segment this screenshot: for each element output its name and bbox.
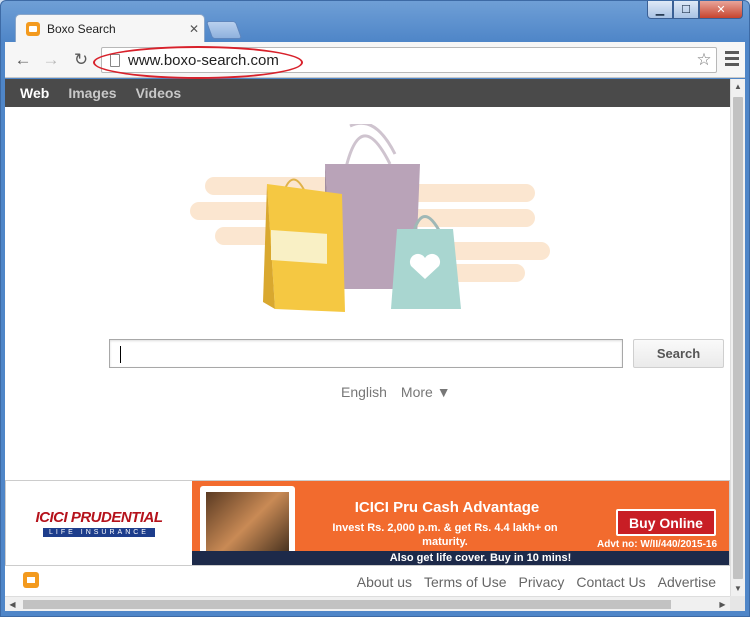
forward-button[interactable]: → (39, 48, 63, 72)
vertical-scroll-thumb[interactable] (733, 97, 743, 579)
scrollbar-corner (730, 596, 745, 611)
footer-link-advertise[interactable]: Advertise (658, 574, 716, 590)
buy-online-button[interactable]: Buy Online (616, 509, 716, 536)
nav-videos[interactable]: Videos (136, 85, 182, 101)
vertical-scrollbar[interactable]: ▲ ▼ (730, 79, 745, 596)
text-caret (120, 346, 121, 363)
footer-links: About us Terms of Use Privacy Contact Us… (357, 574, 716, 590)
ad-logo-main: ICICI PRUDENTIAL (35, 509, 164, 526)
language-row: English More ▼ (341, 384, 451, 400)
browser-toolbar: ← → ↻ www.boxo-search.com ☆ (5, 42, 745, 78)
footer-link-about[interactable]: About us (357, 574, 412, 590)
ad-title: ICICI Pru Cash Advantage (354, 499, 540, 516)
bookmark-star-icon[interactable]: ☆ (692, 50, 716, 70)
language-english-link[interactable]: English (341, 384, 387, 400)
ad-strip: Also get life cover. Buy in 10 mins! (192, 551, 729, 565)
back-button[interactable]: ← (11, 48, 35, 72)
footer-link-privacy[interactable]: Privacy (518, 574, 564, 590)
chrome-menu-icon[interactable] (725, 51, 739, 69)
page-footer: About us Terms of Use Privacy Contact Us… (5, 567, 730, 596)
search-input[interactable] (109, 339, 623, 368)
boxo-logo-icon[interactable] (23, 572, 39, 588)
search-button[interactable]: Search (633, 339, 724, 368)
window-caption-buttons: ▁ ☐ ✕ (647, 1, 743, 19)
address-bar[interactable]: www.boxo-search.com ☆ (101, 47, 717, 73)
scroll-left-icon[interactable]: ◀ (5, 597, 20, 612)
tab-close-icon[interactable]: ✕ (184, 22, 204, 36)
new-tab-button[interactable] (205, 21, 243, 39)
url-text[interactable]: www.boxo-search.com (128, 52, 692, 69)
scroll-down-icon[interactable]: ▼ (731, 581, 745, 596)
horizontal-scroll-thumb[interactable] (23, 600, 671, 609)
browser-tab[interactable]: Boxo Search ✕ (15, 14, 205, 43)
page-content: Web Images Videos Search English More ▼ … (5, 79, 730, 596)
ad-text: Invest Rs. 2,000 p.m. & get Rs. 4.4 lakh… (332, 522, 558, 548)
footer-link-terms[interactable]: Terms of Use (424, 574, 506, 590)
horizontal-scrollbar[interactable]: ◀ ▶ (5, 596, 730, 611)
maximize-button[interactable]: ☐ (673, 1, 699, 19)
scroll-up-icon[interactable]: ▲ (731, 79, 745, 94)
ad-advt-number: Advt no: W/II/440/2015-16 (597, 539, 718, 550)
scroll-right-icon[interactable]: ▶ (715, 597, 730, 612)
browser-window: ▁ ☐ ✕ Boxo Search ✕ ← → ↻ www.boxo-searc… (0, 0, 750, 617)
icici-logo: ICICI PRUDENTIAL LIFE INSURANCE (6, 481, 192, 565)
page-icon (110, 53, 120, 67)
ad-body: ICICI Pru Cash Advantage Invest Rs. 2,00… (192, 481, 729, 565)
nav-web[interactable]: Web (20, 85, 49, 101)
language-more-dropdown[interactable]: More ▼ (401, 384, 451, 400)
close-window-button[interactable]: ✕ (699, 1, 743, 19)
boxo-favicon-icon (26, 22, 40, 36)
nav-images[interactable]: Images (68, 85, 116, 101)
reload-button[interactable]: ↻ (69, 48, 93, 72)
tab-title: Boxo Search (47, 22, 116, 36)
shopping-bags-illustration (190, 124, 550, 312)
minimize-button[interactable]: ▁ (647, 1, 673, 19)
search-nav-bar: Web Images Videos (5, 79, 730, 107)
ad-logo-sub: LIFE INSURANCE (43, 528, 155, 537)
footer-link-contact[interactable]: Contact Us (576, 574, 645, 590)
ad-banner[interactable]: ICICI PRUDENTIAL LIFE INSURANCE ICICI Pr… (5, 480, 730, 566)
